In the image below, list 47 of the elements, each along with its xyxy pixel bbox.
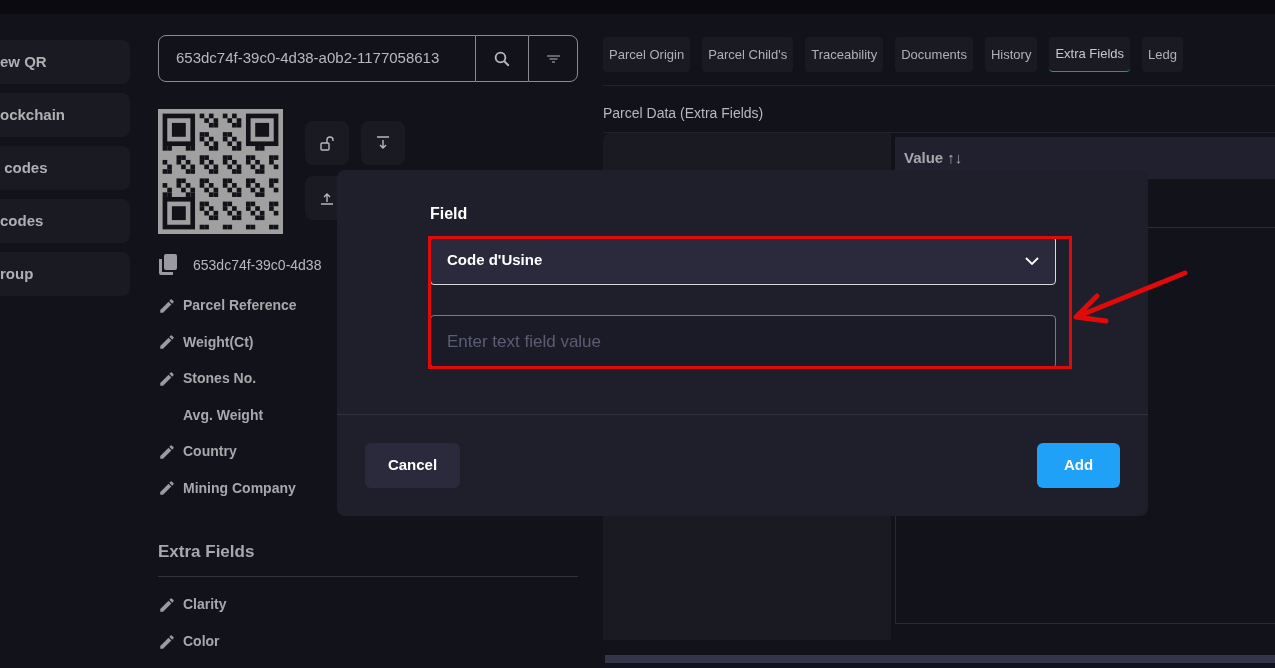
pencil-icon[interactable] [158,479,176,497]
filter-icon [546,54,560,63]
field-select[interactable]: Code d'Usine [430,236,1056,285]
cancel-button[interactable]: Cancel [365,443,460,488]
sidebar-item[interactable]: ockchain [0,93,130,137]
field-label: Country [183,442,237,461]
field-label: Parcel Reference [183,296,297,315]
copy-icon[interactable] [158,254,178,276]
filter-button[interactable] [528,35,578,82]
field-label: Weight(Ct) [183,332,254,352]
sidebar-item[interactable]: roup [0,252,130,296]
tab[interactable]: Documents [895,37,973,72]
field-label: Stones No. [183,369,257,388]
tab[interactable]: Ledg [1142,37,1183,72]
tab[interactable]: Extra Fields [1049,37,1131,72]
field-label: Color [183,632,220,651]
section-title: Parcel Data (Extra Fields) [603,104,764,123]
search-field[interactable]: 653dc74f-39c0-4d38-a0b2-1177058613 [158,35,476,82]
search-icon [493,49,511,68]
value-input[interactable]: Enter text field value [430,315,1056,368]
sidebar-item[interactable]: ew QR [0,40,130,84]
download-icon [376,136,390,150]
download-button[interactable] [361,121,405,165]
section-heading: Extra Fields [158,540,255,563]
pencil-icon[interactable] [158,333,176,351]
tab[interactable]: History [984,37,1038,72]
pencil-icon[interactable] [158,296,176,315]
pencil-icon[interactable] [158,632,176,651]
upload-icon [320,191,334,205]
scrollbar[interactable] [605,655,1275,663]
tab[interactable]: Traceability [805,37,884,72]
field-label: Avg. Weight [183,405,264,425]
chevron-down-icon [1025,256,1039,265]
field-label: Mining Company [183,478,296,498]
pencil-icon[interactable] [158,442,176,461]
pencil-icon[interactable] [158,595,176,614]
search-button[interactable] [476,35,528,82]
unlock-button[interactable] [305,121,349,165]
sidebar-item[interactable]: codes [0,146,130,190]
sidebar-item[interactable]: codes [0,199,130,243]
parcel-id: 653dc74f-39c0-4d38 [193,255,322,275]
tab[interactable]: Parcel Child's [702,37,794,72]
tab[interactable]: Parcel Origin [603,37,691,72]
field-label: Clarity [183,595,227,614]
unlock-icon [320,135,334,151]
pencil-icon[interactable] [158,369,176,388]
field-label: Field [430,204,468,224]
